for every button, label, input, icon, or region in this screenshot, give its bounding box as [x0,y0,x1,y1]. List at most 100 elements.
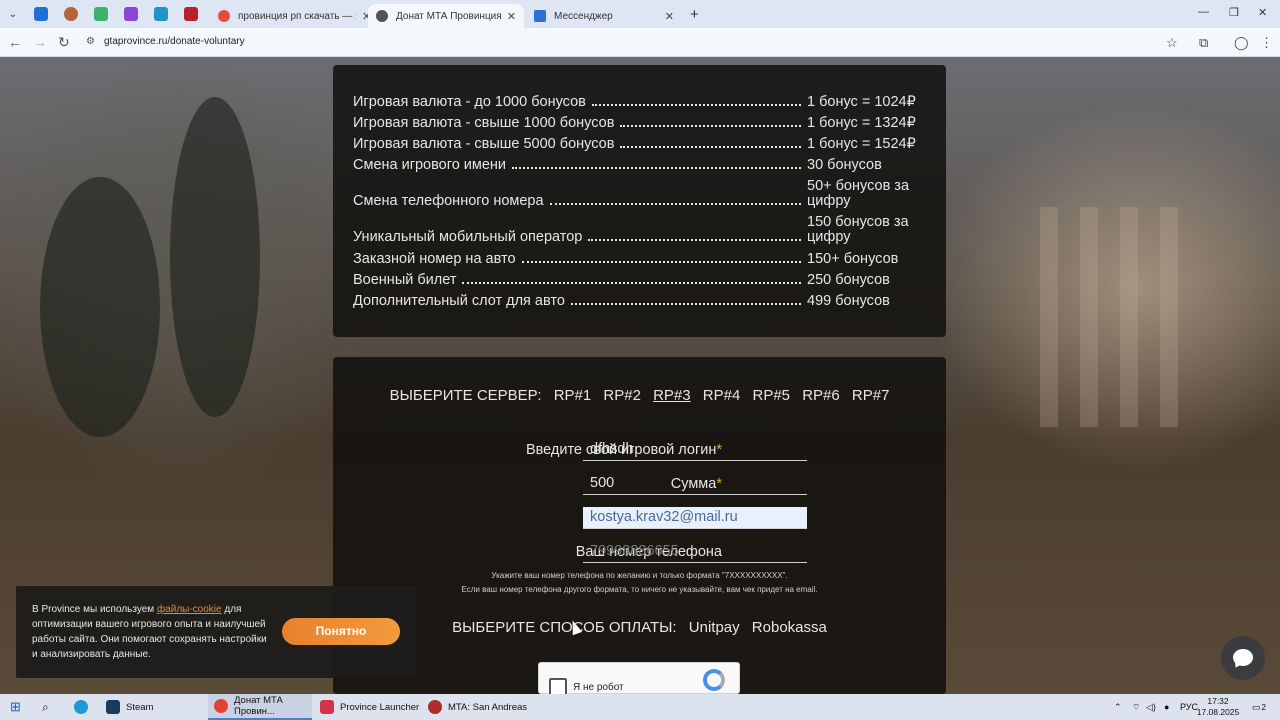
tab-title: провинция рп скачать — Янде [238,10,356,22]
pinned-tab-5[interactable] [146,0,176,28]
recaptcha-logo-icon [703,669,725,691]
tab-donate[interactable]: Донат МТА Провинция, задон ✕ [368,4,524,28]
pinned-tab-2[interactable] [56,0,86,28]
mta-icon [428,700,442,714]
price-list-panel: Игровая валюта - до 1000 бонусов 1 бонус … [333,65,946,337]
server-option-rp2[interactable]: RP#2 [603,387,641,404]
mail-icon [34,7,48,21]
price-label: Игровая валюта - свыше 5000 бонусов [353,136,615,152]
volume-icon[interactable]: ◁) [1146,694,1156,720]
server-option-rp3[interactable]: RP#3 [653,387,691,404]
phone-hint-line1: Укажите ваш номер телефона по желанию и … [491,571,788,580]
price-row: Игровая валюта - свыше 5000 бонусов 1 бон… [353,136,923,152]
payment-option-robokassa[interactable]: Robokassa [752,619,827,636]
steam-icon [106,700,120,714]
background-tree [40,177,160,437]
dot-leader [549,203,801,205]
tab-messenger[interactable]: Мессенджер ✕ [526,4,682,28]
close-icon[interactable]: ✕ [665,10,674,23]
yandex-icon [218,10,230,22]
tab-search-button[interactable]: ⌄ [0,0,26,28]
phone-input[interactable]: 79998886655 [583,541,807,563]
menu-icon[interactable]: ⋮ [1260,35,1273,51]
server-option-rp7[interactable]: RP#7 [852,387,890,404]
taskbar-steam[interactable]: Steam [100,694,159,720]
pinned-tab-1[interactable] [26,0,56,28]
minimize-button[interactable]: — [1198,6,1209,18]
price-row: Дополнительный слот для авто 499 бонусов [353,293,923,309]
dot-leader [521,261,801,263]
clock-date: 17.08.2025 [1196,707,1240,717]
network-icon[interactable]: ⌔ [1132,694,1140,720]
app-icon [154,7,168,21]
price-label: Уникальный мобильный оператор [353,229,583,245]
taskbar-label: MTA: San Andreas [448,701,528,713]
login-input[interactable]: dfhsdh [583,439,807,461]
url-text[interactable]: gtaprovince.ru/donate-voluntary [104,36,245,47]
login-field: Введите свой игровой логин* dfhsdh [333,439,946,461]
messenger-icon [534,10,546,22]
background-column [1160,207,1178,427]
browser-tab-bar: ⌄ провинция рп скачать — Янде ✕ Донат МТ… [0,0,1280,28]
sum-input[interactable]: 500 [583,473,807,495]
phone-hint-line2: Если ваш номер телефона другого формата,… [461,585,818,594]
app-icon [64,7,78,21]
taskbar-province-launcher[interactable]: Province Launcher [314,694,425,720]
dot-leader [570,303,801,305]
pinned-tab-6[interactable] [176,0,206,28]
notifications-icon[interactable]: ▭ 2 [1252,694,1266,720]
payment-selector: ВЫБЕРИТЕ СПОСОБ ОПЛАТЫ: Unitpay Robokass… [333,619,946,636]
bookmark-star-icon[interactable]: ☆ [1166,35,1178,51]
dot-leader [512,167,801,169]
price-label: Игровая валюта - свыше 1000 бонусов [353,115,615,131]
close-icon[interactable]: ✕ [507,10,516,23]
search-icon: ⌕ [42,699,49,714]
profile-icon[interactable]: ◯ [1234,35,1249,51]
price-value: 150+ бонусов [807,251,899,267]
phone-field: Ваш номер телефона 79998886655 [333,541,946,563]
extensions-icon[interactable]: ⧉ [1199,35,1208,51]
edge-taskbar-button[interactable] [68,694,100,720]
twitch-icon [124,7,138,21]
price-value: 150 бонусов за цифру [807,214,909,245]
forward-icon[interactable]: → [33,34,47,50]
new-tab-button[interactable]: + [690,6,699,23]
taskbar-chrome[interactable]: Донат МТА Провин... [208,694,312,720]
cookie-policy-link[interactable]: файлы-cookie [157,604,222,615]
dot-leader [620,146,801,148]
taskbar-label: Steam [126,701,154,713]
taskbar-mta[interactable]: MTA: San Andreas [422,694,533,720]
chat-widget-button[interactable] [1221,636,1265,680]
close-window-button[interactable]: ✕ [1258,6,1267,19]
tab-yandex[interactable]: провинция рп скачать — Янде ✕ [210,4,379,28]
recaptcha-checkbox[interactable] [549,678,567,694]
price-row: Игровая валюта - свыше 1000 бонусов 1 бон… [353,115,923,131]
server-option-rp4[interactable]: RP#4 [703,387,741,404]
tab-title: Донат МТА Провинция, задон [396,10,501,22]
server-option-rp5[interactable]: RP#5 [753,387,791,404]
site-info-icon[interactable]: ⚙ [86,36,95,47]
clock[interactable]: 17:32 17.08.2025 [1196,696,1240,718]
pinned-tab-3[interactable] [86,0,116,28]
server-option-rp6[interactable]: RP#6 [802,387,840,404]
windows-taskbar: ⊞ ⌕ Steam Донат МТА Провин... Province L… [0,694,1280,720]
pinned-tab-4[interactable] [116,0,146,28]
microphone-icon[interactable]: ● [1164,694,1169,720]
maximize-button[interactable]: ❐ [1229,6,1239,19]
reload-icon[interactable]: ↻ [58,34,70,51]
email-field: e-mail* kostya.krav32@mail.ru [333,507,946,529]
price-row: Смена игрового имени 30 бонусов [353,157,923,173]
cookie-accept-button[interactable]: Понятно [282,618,400,645]
email-input[interactable]: kostya.krav32@mail.ru [583,507,807,529]
payment-option-unitpay[interactable]: Unitpay [689,619,740,636]
price-value: 1 бонус = 1024₽ [807,94,916,110]
dot-leader [462,282,801,284]
price-label: Дополнительный слот для авто [353,293,565,309]
search-button[interactable]: ⌕ [36,694,55,720]
payment-label: ВЫБЕРИТЕ СПОСОБ ОПЛАТЫ: [452,619,677,636]
start-button[interactable]: ⊞ [4,694,27,720]
server-option-rp1[interactable]: RP#1 [554,387,592,404]
back-icon[interactable]: ← [8,34,22,50]
province-icon [320,700,334,714]
tray-overflow-icon[interactable]: ⌃ [1114,694,1122,720]
